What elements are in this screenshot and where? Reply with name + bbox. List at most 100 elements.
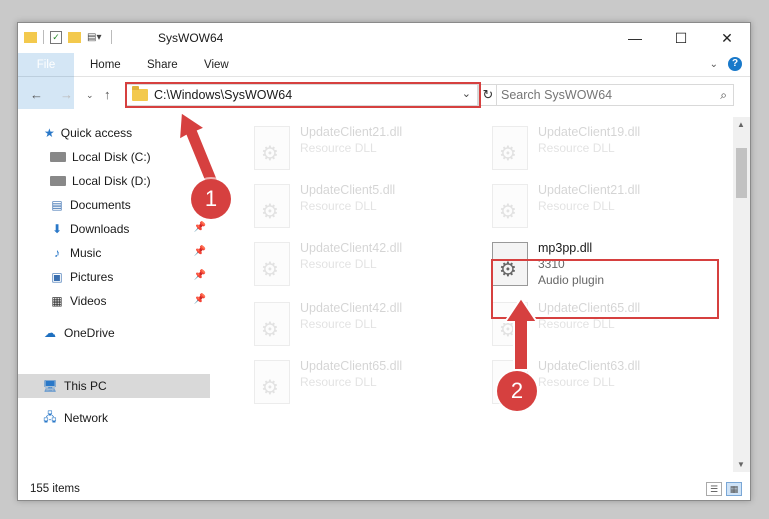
file-name: UpdateClient21.dll xyxy=(300,125,403,139)
dll-file-icon xyxy=(492,302,528,346)
customize-toolbar-icon[interactable]: ▤▾ xyxy=(87,32,101,43)
network-icon: 🖧 xyxy=(43,409,57,424)
search-icon[interactable]: ⌕ xyxy=(720,88,727,103)
scroll-down-icon[interactable]: ▼ xyxy=(737,460,745,469)
drive-icon xyxy=(50,176,66,186)
file-name: UpdateClient21.dll xyxy=(538,183,641,197)
item-count: 155 items xyxy=(30,483,80,495)
address-path[interactable]: C:\Windows\SysWOW64 xyxy=(154,88,292,102)
file-type: Resource DLL xyxy=(300,199,377,213)
file-name: UpdateClient65.dll xyxy=(538,301,641,315)
drive-icon xyxy=(50,152,66,162)
file-type: Resource DLL xyxy=(538,317,615,331)
sidebar-item-label: This PC xyxy=(64,379,107,393)
file-type: Resource DLL xyxy=(300,375,377,389)
list-item[interactable]: UpdateClient21.dll Resource DLL xyxy=(480,181,700,237)
new-folder-icon[interactable] xyxy=(68,31,81,43)
cloud-icon: ☁ xyxy=(44,326,56,340)
file-size: 3310 xyxy=(538,257,565,271)
separator xyxy=(111,30,113,44)
properties-icon[interactable]: ✓ xyxy=(50,30,62,44)
up-arrow-icon[interactable]: ↑ xyxy=(104,87,111,102)
recent-locations-icon[interactable]: ⌄ xyxy=(86,90,94,101)
list-item[interactable]: UpdateClient21.dll Resource DLL xyxy=(242,123,462,179)
search-box[interactable]: ⌕ xyxy=(496,84,734,106)
quick-access-toolbar: ✓ ▤▾ xyxy=(24,30,113,44)
sidebar-item-onedrive[interactable]: ☁ OneDrive xyxy=(18,321,210,345)
file-name: mp3pp.dll xyxy=(538,241,593,255)
sidebar-item-downloads[interactable]: ⬇ Downloads 📌 xyxy=(18,217,210,241)
ribbon-right: ⌄ ? xyxy=(710,57,742,71)
view-switcher: ☰ ▦ xyxy=(706,482,742,496)
explorer-window: ✓ ▤▾ SysWOW64 — ☐ ✕ File Home Share View… xyxy=(17,22,751,501)
sidebar-item-documents[interactable]: ▤ Documents xyxy=(18,193,210,217)
sidebar-item-label: Music xyxy=(70,246,102,260)
star-icon: ★ xyxy=(44,126,55,140)
dll-file-icon xyxy=(254,242,290,286)
sidebar-item-pictures[interactable]: ▣ Pictures 📌 xyxy=(18,265,210,289)
help-icon[interactable]: ? xyxy=(728,57,742,71)
forward-arrow-icon[interactable]: → xyxy=(60,87,73,102)
pin-icon[interactable]: 📌 xyxy=(194,246,206,257)
sidebar-item-this-pc[interactable]: 🖥 This PC xyxy=(18,374,210,398)
sidebar-item-local-disk-c[interactable]: Local Disk (C:) xyxy=(18,145,210,169)
folder-icon xyxy=(132,86,148,101)
chevron-down-icon[interactable]: ⌄ xyxy=(462,87,471,100)
list-item[interactable]: UpdateClient42.dll Resource DLL xyxy=(242,239,462,295)
file-name: UpdateClient63.dll xyxy=(538,359,641,373)
file-type: Resource DLL xyxy=(538,375,615,389)
list-item[interactable]: UpdateClient65.dll Resource DLL xyxy=(242,357,462,413)
dll-file-icon xyxy=(254,360,290,404)
list-item[interactable]: UpdateClient19.dll Resource DLL xyxy=(480,123,700,179)
sidebar-item-videos[interactable]: ▦ Videos 📌 xyxy=(18,289,210,313)
details-view-icon[interactable]: ☰ xyxy=(706,482,722,496)
sidebar-item-label: Local Disk (D:) xyxy=(72,174,151,188)
back-arrow-icon[interactable]: ← xyxy=(30,87,43,102)
refresh-button[interactable]: ↻ xyxy=(478,84,498,106)
step-badge-2: 2 xyxy=(497,371,537,411)
videos-icon: ▦ xyxy=(51,294,63,308)
file-type: Audio plugin xyxy=(538,273,605,287)
tab-home[interactable]: Home xyxy=(76,53,135,77)
search-input[interactable] xyxy=(497,85,697,105)
tab-view[interactable]: View xyxy=(190,53,243,77)
sidebar-item-label: Documents xyxy=(70,198,131,212)
file-name: UpdateClient19.dll xyxy=(538,125,641,139)
file-type: Resource DLL xyxy=(300,141,377,155)
file-type: Resource DLL xyxy=(300,257,377,271)
pin-icon[interactable]: 📌 xyxy=(194,270,206,281)
list-item[interactable]: UpdateClient42.dll Resource DLL xyxy=(242,299,462,355)
tiles-view-icon[interactable]: ▦ xyxy=(726,482,742,496)
music-icon: ♪ xyxy=(54,246,60,260)
minimize-button[interactable]: — xyxy=(612,23,658,53)
dll-file-icon xyxy=(492,242,528,286)
list-item-mp3pp-dll[interactable]: mp3pp.dll 3310 Audio plugin xyxy=(480,239,700,295)
sidebar-item-quick-access[interactable]: ★ Quick access xyxy=(18,121,210,145)
sidebar-item-music[interactable]: ♪ Music 📌 xyxy=(18,241,210,265)
file-list: UpdateClient21.dll Resource DLL UpdateCl… xyxy=(228,117,728,477)
step-badge-1: 1 xyxy=(191,179,231,219)
expand-ribbon-icon[interactable]: ⌄ xyxy=(710,59,718,70)
pin-icon[interactable]: 📌 xyxy=(194,222,206,233)
close-button[interactable]: ✕ xyxy=(704,23,750,53)
sidebar-item-network[interactable]: 🖧 Network xyxy=(18,406,210,430)
file-name: UpdateClient42.dll xyxy=(300,241,403,255)
maximize-button[interactable]: ☐ xyxy=(658,23,704,53)
scroll-up-icon[interactable]: ▲ xyxy=(737,120,745,129)
vertical-scrollbar[interactable]: ▲ ▼ xyxy=(733,117,750,472)
tab-share[interactable]: Share xyxy=(133,53,192,77)
dll-file-icon xyxy=(492,184,528,228)
file-type: Resource DLL xyxy=(538,141,615,155)
sidebar-item-label: Downloads xyxy=(70,222,130,236)
address-bar[interactable]: C:\Windows\SysWOW64 ⌄ xyxy=(126,84,478,106)
window-title: SysWOW64 xyxy=(158,31,224,45)
list-item[interactable]: UpdateClient65.dll Resource DLL xyxy=(480,299,700,355)
sidebar-item-local-disk-d[interactable]: Local Disk (D:) xyxy=(18,169,210,193)
dll-file-icon xyxy=(492,126,528,170)
sidebar-item-label: Quick access xyxy=(60,126,133,140)
list-item[interactable]: UpdateClient5.dll Resource DLL xyxy=(242,181,462,237)
pin-icon[interactable]: 📌 xyxy=(194,294,206,305)
sidebar-item-label: Local Disk (C:) xyxy=(72,150,151,164)
folder-icon xyxy=(24,31,37,43)
scrollbar-thumb[interactable] xyxy=(736,148,747,198)
